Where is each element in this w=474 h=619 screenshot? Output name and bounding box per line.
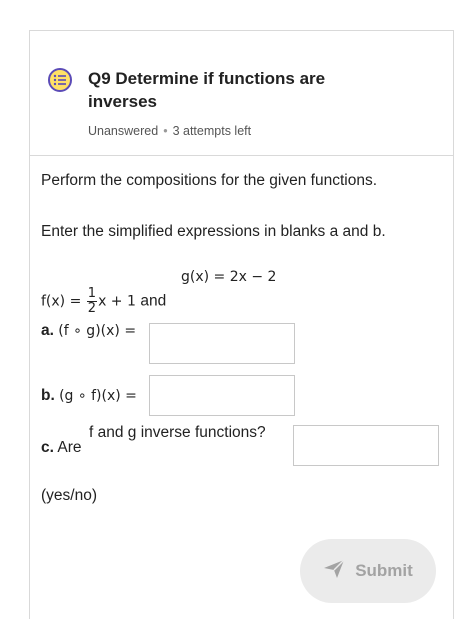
attempts-left: 3 attempts left [172,124,252,138]
part-b-expression: (g ∘ f)(x) = [59,388,137,404]
status-separator: • [163,124,168,138]
send-icon [323,558,345,584]
submit-button[interactable]: Submit [300,539,436,603]
fraction-half: 12 [86,286,98,316]
question-title: Q9 Determine if functions are inverses [88,69,326,111]
fraction-numerator: 1 [86,286,98,302]
function-f: f(x) = 12x + 1 and [41,287,166,316]
instruction-line-1: Perform the compositions for the given f… [41,172,377,189]
part-b: b. (g ∘ f)(x) = [41,387,137,405]
answer-a-input[interactable] [149,323,295,364]
status-text: Unanswered [88,124,159,138]
question-list-icon [48,68,72,92]
instruction-line-2: Enter the simplified expressions in blan… [41,223,386,240]
yes-no-hint: (yes/no) [41,487,97,504]
part-c: c. Are [41,439,82,457]
part-a-label: a. [41,322,54,339]
part-b-label: b. [41,387,55,404]
submit-label: Submit [355,561,413,580]
function-g: g(x) = 2x − 2 [181,269,277,285]
question-status: Unanswered • 3 attempts left [88,124,251,138]
header-divider [30,155,453,156]
fraction-denominator: 2 [87,301,97,316]
and-text: and [140,292,167,310]
answer-b-input[interactable] [149,375,295,416]
part-c-are: Are [57,439,82,456]
part-a: a. (f ∘ g)(x) = [41,322,136,340]
question-card: Q9 Determine if functions are inverses U… [29,30,454,619]
f-prefix: f(x) = [41,293,82,310]
part-c-question: f and g inverse functions? [89,424,266,441]
f-suffix: x + 1 [98,293,136,310]
part-a-expression: (f ∘ g)(x) = [58,323,137,339]
answer-c-input[interactable] [293,425,439,466]
part-c-label: c. [41,439,54,456]
